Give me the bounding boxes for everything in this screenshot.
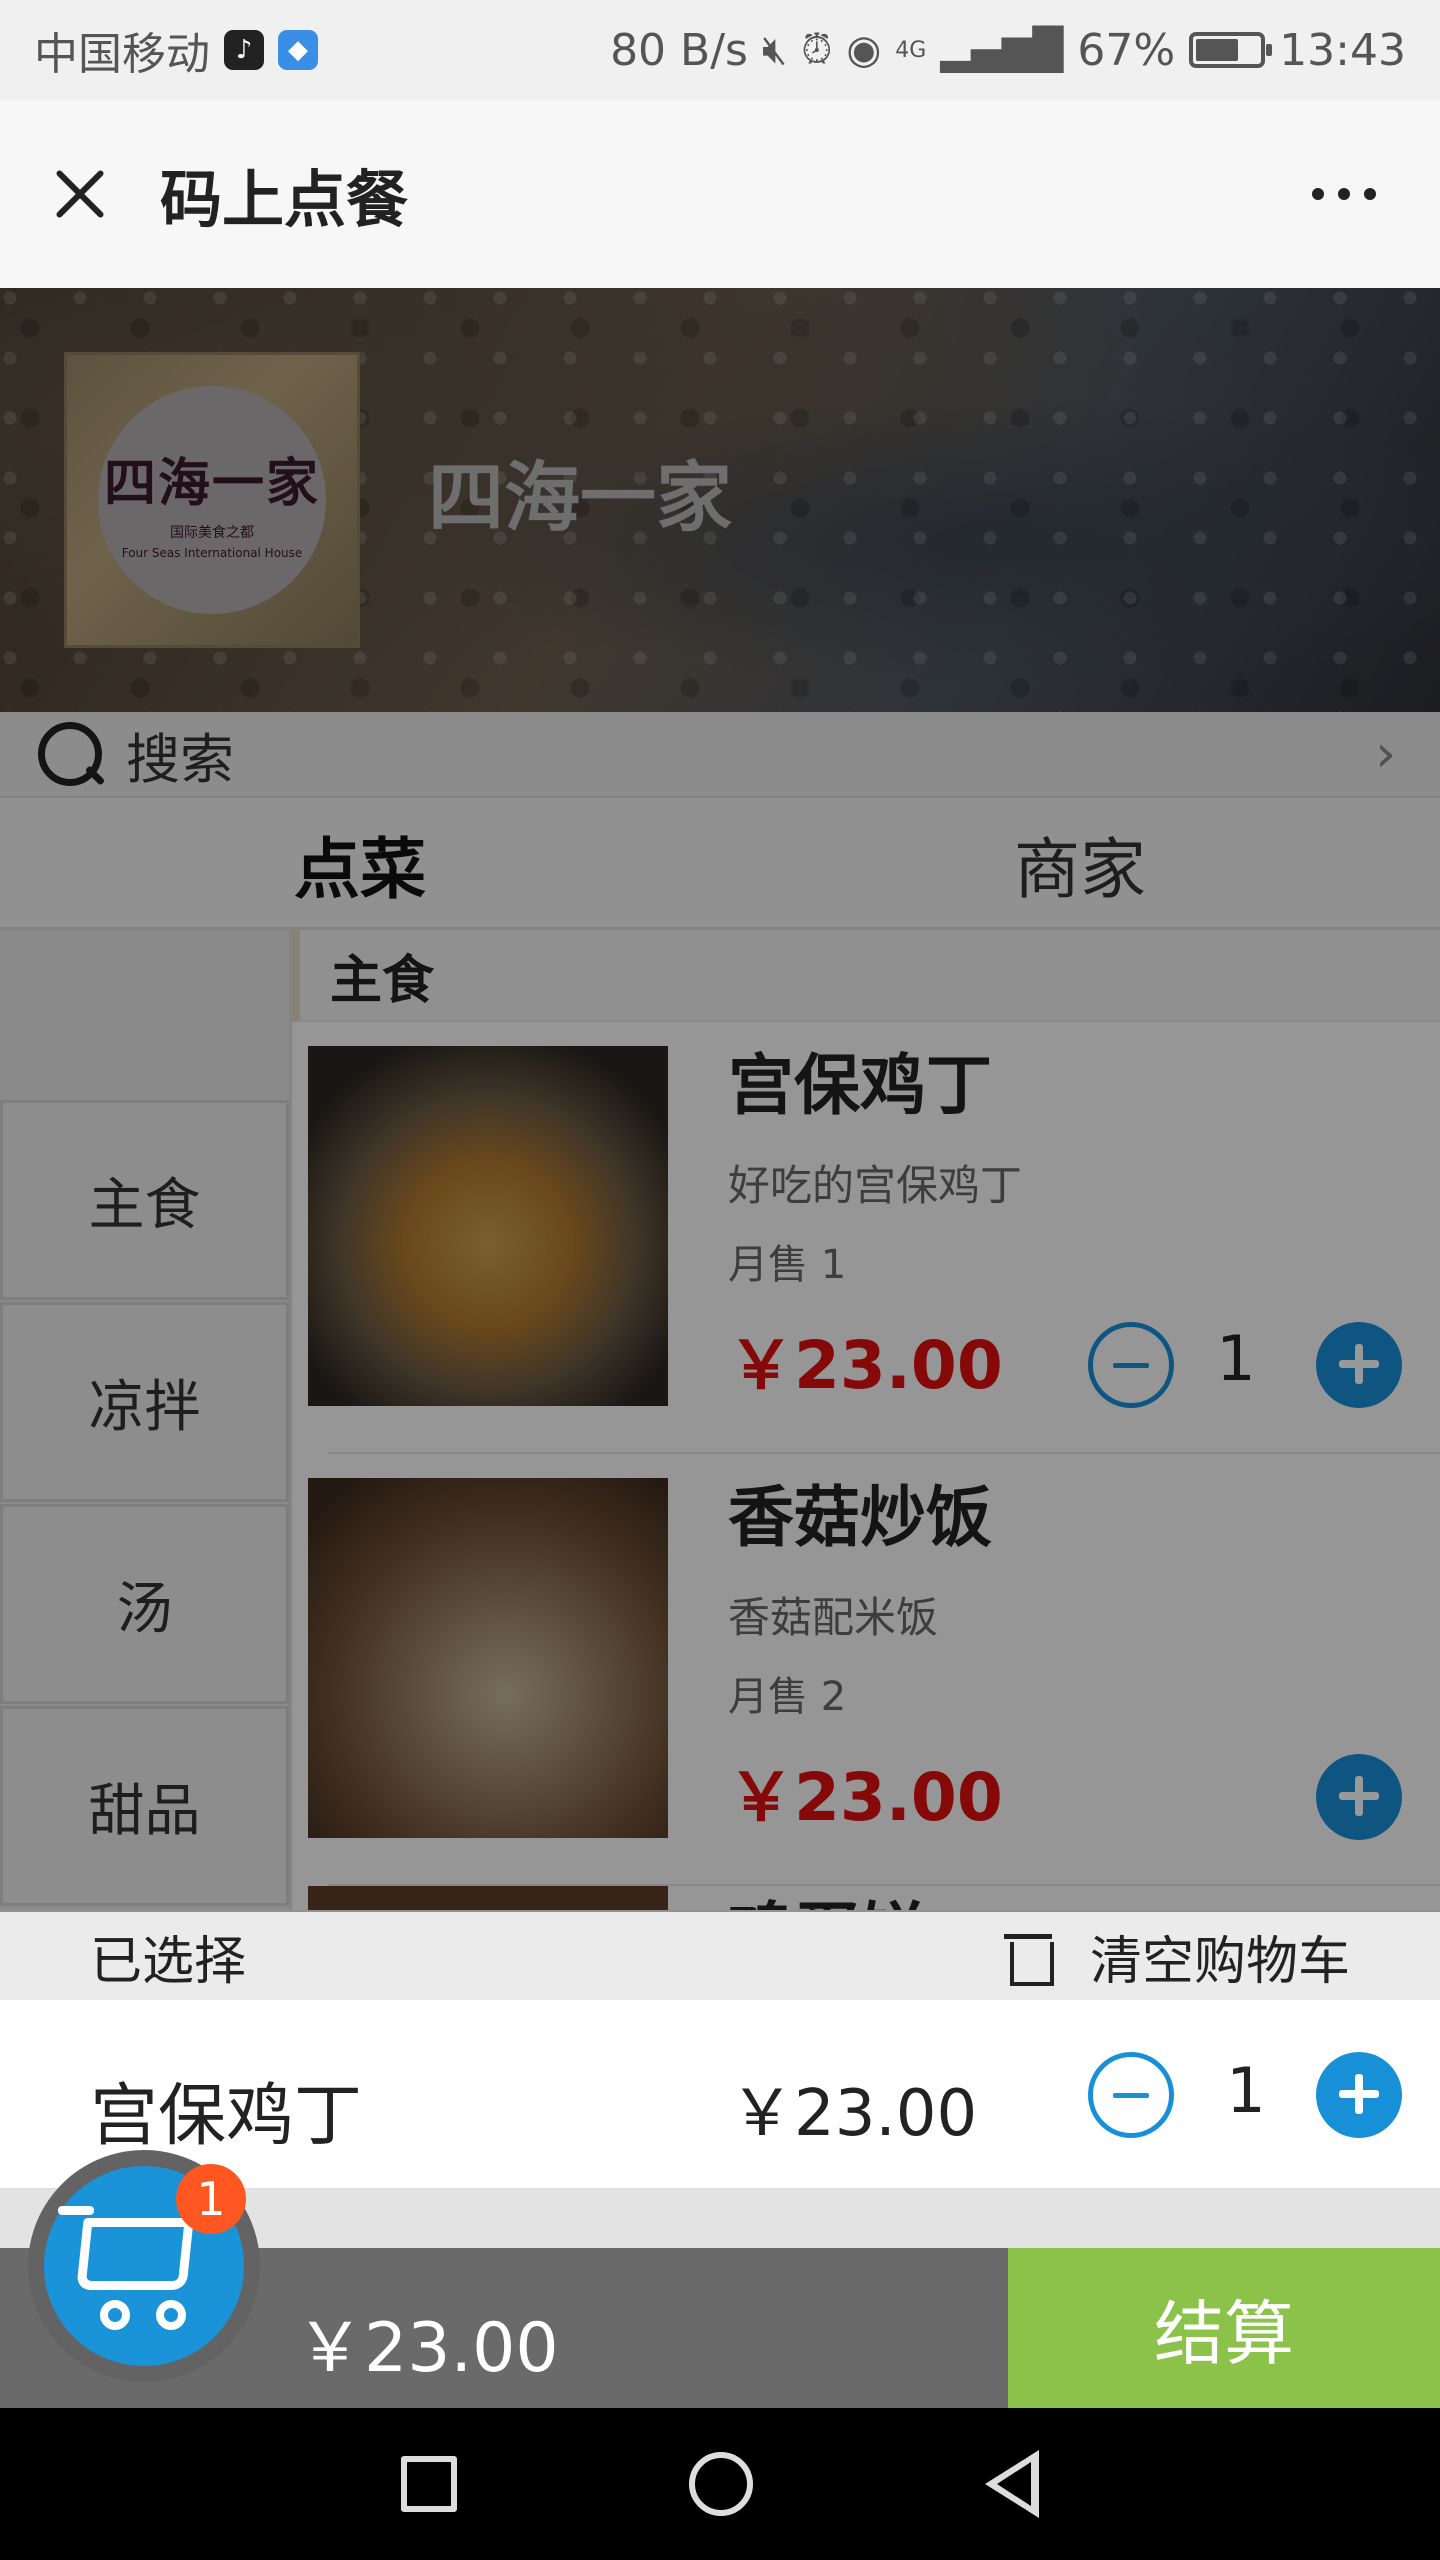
category-sidebar: 主食 凉拌 汤 甜品: [0, 930, 292, 1910]
increase-quantity-button[interactable]: [1316, 1754, 1402, 1840]
shop-banner: 四海一家 国际美食之都 Four Seas International Hous…: [0, 288, 1440, 712]
checkout-button[interactable]: 结算: [1008, 2248, 1440, 2408]
cart-decrease-button[interactable]: [1088, 2052, 1174, 2138]
battery-fill: [1196, 39, 1238, 61]
dish-name: 宫保鸡丁: [728, 1047, 992, 1124]
dish-item-partial[interactable]: 鸡蛋饼: [308, 1886, 1440, 1910]
cart-item-price: ￥23.00: [730, 2077, 978, 2151]
cart-total: ￥23.00: [296, 2309, 559, 2388]
tab-merchant[interactable]: 商家: [720, 800, 1440, 927]
tab-bar: 点菜 商家: [0, 800, 1440, 930]
dish-name: 香菇炒饭: [728, 1479, 992, 1556]
dish-list: 主食 宫保鸡丁 好吃的宫保鸡丁 月售 1 ￥23.00 1 香菇炒饭 香菇配米饭…: [292, 930, 1440, 1910]
dish-monthly-sales: 月售 1: [728, 1242, 847, 1288]
battery-percent: 67%: [1077, 24, 1176, 76]
page-title: 码上点餐: [160, 163, 409, 236]
section-header: 主食: [292, 930, 1440, 1022]
dish-image[interactable]: [308, 1046, 668, 1406]
category-spacer: [0, 930, 289, 1100]
clear-cart-label: 清空购物车: [1089, 1931, 1350, 1992]
cart-item: 宫保鸡丁 ￥23.00 1: [0, 2000, 1440, 2190]
mute-icon: 🔇︎: [761, 27, 788, 73]
cart-count-badge: 1: [176, 2164, 246, 2234]
dish-price: ￥23.00: [728, 1327, 1003, 1404]
shop-name: 四海一家: [428, 453, 732, 542]
dish-image[interactable]: [308, 1478, 668, 1838]
status-bar: 中国移动 ♪ ◆ 80 B/s 🔇︎ ⏰︎ ◉ 4G ▂▄▆█ 67% 13:4…: [0, 0, 1440, 100]
carrier-label: 中国移动: [34, 29, 210, 80]
cart-selected-label: 已选择: [90, 1931, 247, 1992]
increase-quantity-button[interactable]: [1316, 1322, 1402, 1408]
search-bar[interactable]: 搜索 ›: [0, 712, 1440, 798]
logo-english: Four Seas International House: [121, 545, 303, 560]
cart-increase-button[interactable]: [1316, 2052, 1402, 2138]
tab-order[interactable]: 点菜: [0, 800, 720, 927]
more-options-icon[interactable]: [1312, 188, 1376, 200]
search-icon: [36, 720, 104, 788]
shop-logo: 四海一家 国际美食之都 Four Seas International Hous…: [64, 352, 360, 648]
recent-apps-icon[interactable]: [401, 2456, 457, 2512]
close-icon[interactable]: [44, 158, 116, 230]
shield-icon: ◆: [278, 30, 318, 70]
dish-price: ￥23.00: [728, 1759, 1003, 1836]
home-icon[interactable]: [689, 2452, 753, 2516]
eye-icon: ◉: [846, 27, 882, 73]
dish-item[interactable]: 香菇炒饭 香菇配米饭 月售 2 ￥23.00: [308, 1454, 1440, 1886]
tiktok-icon: ♪: [224, 30, 264, 70]
signal-bars-icon: ▂▄▆█: [940, 27, 1064, 73]
status-bar-right: 80 B/s 🔇︎ ⏰︎ ◉ 4G ▂▄▆█ 67% 13:43: [610, 25, 1406, 76]
logo-emblem: 四海一家 国际美食之都 Four Seas International Hous…: [98, 386, 326, 614]
dish-quantity: 1: [1216, 1322, 1256, 1395]
cart-item-quantity: 1: [1226, 2054, 1266, 2127]
dish-name: 鸡蛋饼: [728, 1880, 926, 1910]
back-icon[interactable]: [985, 2450, 1039, 2518]
search-input[interactable]: 搜索: [126, 715, 234, 794]
dish-description: 香菇配米饭: [728, 1593, 939, 1642]
system-nav-bar: [0, 2408, 1440, 2560]
logo-subtitle: 国际美食之都: [170, 524, 254, 541]
chevron-right-icon: ›: [1375, 724, 1396, 784]
clock: 13:43: [1279, 24, 1406, 76]
signal-type: 4G: [895, 37, 927, 63]
category-item-dessert[interactable]: 甜品: [0, 1706, 289, 1906]
logo-text: 四海一家: [103, 452, 320, 514]
category-item-soup[interactable]: 汤: [0, 1504, 289, 1704]
battery-icon: [1189, 32, 1273, 68]
title-bar: 码上点餐: [0, 100, 1440, 288]
dish-item[interactable]: 宫保鸡丁 好吃的宫保鸡丁 月售 1 ￥23.00 1: [308, 1022, 1440, 1454]
cart-item-name: 宫保鸡丁: [90, 2077, 363, 2156]
alarm-icon: ⏰︎: [801, 27, 833, 73]
cart-header: 已选择 清空购物车: [0, 1912, 1440, 2000]
category-item-staple[interactable]: 主食: [0, 1100, 289, 1300]
dish-description: 好吃的宫保鸡丁: [728, 1161, 1023, 1210]
dish-monthly-sales: 月售 2: [728, 1674, 847, 1720]
category-item-cold-dish[interactable]: 凉拌: [0, 1302, 289, 1502]
status-bar-left: 中国移动 ♪ ◆: [34, 18, 318, 82]
decrease-quantity-button[interactable]: [1088, 1322, 1174, 1408]
network-speed: 80 B/s: [610, 24, 748, 76]
clear-cart-button[interactable]: 清空购物车: [1003, 1919, 1350, 1994]
dish-image[interactable]: [308, 1886, 668, 1910]
trash-icon: [1003, 1928, 1054, 1986]
